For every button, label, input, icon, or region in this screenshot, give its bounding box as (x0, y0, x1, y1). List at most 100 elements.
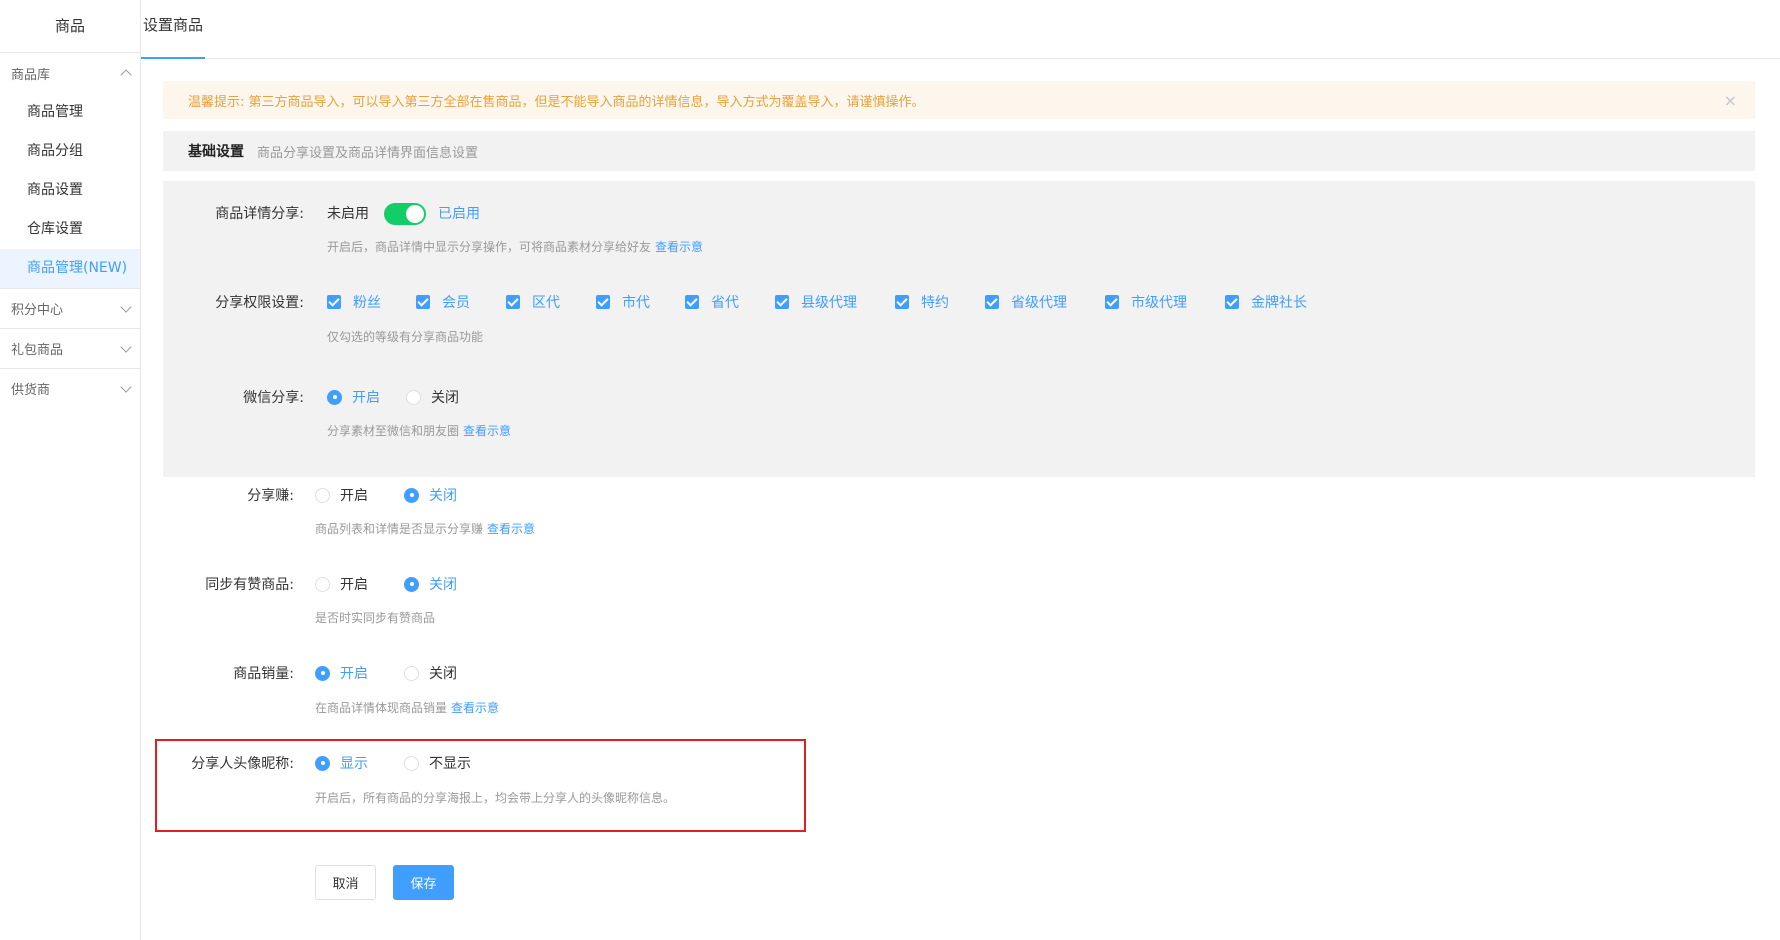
radio-unchecked-icon (315, 576, 330, 592)
sidebar-group-gift-products[interactable]: 礼包商品 (0, 328, 140, 368)
radio-unchecked-icon (404, 665, 419, 681)
checkbox-label: 粉丝 (353, 295, 381, 311)
share-permission-checkbox[interactable]: 区代 (506, 292, 560, 312)
sidebar-item-product-settings[interactable]: 商品设置 (0, 171, 140, 210)
save-button[interactable]: 保存 (393, 865, 454, 900)
sidebar-group-label: 积分中心 (11, 303, 64, 318)
radio-unchecked-icon (406, 389, 421, 405)
sidebar-group-product-library[interactable]: 商品库 (0, 53, 140, 93)
checkbox-checked-icon (1105, 295, 1119, 309)
detail-share-switch[interactable] (384, 203, 426, 225)
tip-text: 开启后，商品详情中显示分享操作，可将商品素材分享给好友 (327, 240, 652, 254)
sidebar-group-label: 礼包商品 (11, 343, 64, 358)
view-example-link[interactable]: 查看示意 (451, 701, 499, 715)
share-earn-off-radio[interactable]: 关闭 (404, 485, 457, 505)
view-example-link[interactable]: 查看示意 (463, 424, 511, 438)
detail-share-on-text: 已启用 (438, 206, 480, 222)
tip-text: 商品列表和详情是否显示分享赚 (315, 522, 484, 536)
sidebar-item-product-groups[interactable]: 商品分组 (0, 132, 140, 171)
radio-label: 开启 (340, 488, 368, 504)
sales-volume-tip: 在商品详情体现商品销量 查看示意 (315, 699, 499, 716)
checkbox-checked-icon (416, 295, 430, 309)
checkbox-label: 省代 (711, 295, 739, 311)
share-settings-panel: 商品详情分享: 未启用 已启用 开启后，商品详情中显示分享操作，可将商品素材分享… (163, 181, 1755, 477)
checkbox-label: 省级代理 (1011, 295, 1067, 311)
sidebar: 商品 商品库 商品管理 商品分组 商品设置 仓库设置 商品管理(NEW) 积分中… (0, 0, 141, 940)
close-icon[interactable]: × (1724, 91, 1737, 110)
view-example-link[interactable]: 查看示意 (655, 240, 703, 254)
radio-checked-icon (404, 576, 419, 592)
view-example-link[interactable]: 查看示意 (487, 522, 535, 536)
chevron-down-icon (120, 340, 132, 353)
checkbox-checked-icon (1225, 295, 1239, 309)
chevron-down-icon (120, 300, 132, 313)
chevron-down-icon (120, 380, 132, 393)
checkbox-label: 会员 (442, 295, 470, 311)
checkbox-checked-icon (327, 295, 341, 309)
tab-bar: 设置商品 (141, 0, 1780, 59)
share-permission-checkbox[interactable]: 省级代理 (985, 292, 1067, 312)
checkbox-checked-icon (775, 295, 789, 309)
sales-volume-on-radio[interactable]: 开启 (315, 663, 368, 683)
wechat-share-on-radio[interactable]: 开启 (327, 387, 380, 407)
share-earn-on-radio[interactable]: 开启 (315, 485, 368, 505)
share-permission-tip: 仅勾选的等级有分享商品功能 (327, 330, 484, 344)
sidebar-group-label: 商品库 (11, 67, 51, 83)
radio-checked-icon (404, 487, 419, 503)
sync-youzan-off-radio[interactable]: 关闭 (404, 574, 457, 594)
radio-label: 开启 (352, 390, 380, 406)
checkbox-checked-icon (596, 295, 610, 309)
checkbox-label: 金牌社长 (1251, 295, 1307, 311)
detail-share-tip: 开启后，商品详情中显示分享操作，可将商品素材分享给好友 查看示意 (327, 238, 703, 255)
sales-volume-label: 商品销量: (233, 666, 294, 682)
checkbox-checked-icon (895, 295, 909, 309)
radio-checked-icon (327, 389, 342, 405)
radio-label: 开启 (340, 666, 368, 682)
radio-unchecked-icon (315, 487, 330, 503)
share-permission-checkbox[interactable]: 特约 (895, 292, 949, 312)
radio-checked-icon (315, 665, 330, 681)
sync-youzan-on-radio[interactable]: 开启 (315, 574, 368, 594)
alert-text: 温馨提示: 第三方商品导入，可以导入第三方全部在售商品，但是不能导入商品的详情信… (188, 94, 925, 110)
checkbox-checked-icon (685, 295, 699, 309)
share-permission-checkbox[interactable]: 会员 (416, 292, 470, 312)
wechat-share-tip: 分享素材至微信和朋友圈 查看示意 (327, 422, 511, 439)
share-permission-label: 分享权限设置: (215, 295, 304, 311)
sidebar-group-suppliers[interactable]: 供货商 (0, 368, 140, 408)
wechat-share-off-radio[interactable]: 关闭 (406, 387, 459, 407)
sidebar-item-warehouse-settings[interactable]: 仓库设置 (0, 210, 140, 249)
section-subtitle: 商品分享设置及商品详情界面信息设置 (257, 145, 479, 161)
sidebar-group-points-center[interactable]: 积分中心 (0, 288, 140, 328)
radio-label: 关闭 (429, 666, 457, 682)
share-permission-checkbox[interactable]: 县级代理 (775, 292, 857, 312)
checkbox-label: 市代 (622, 295, 650, 311)
share-permission-checkbox[interactable]: 市代 (596, 292, 650, 312)
radio-label: 关闭 (431, 390, 459, 406)
share-permission-checkbox[interactable]: 市级代理 (1105, 292, 1187, 312)
main-content: 温馨提示: 第三方商品导入，可以导入第三方全部在售商品，但是不能导入商品的详情信… (163, 81, 1755, 900)
cancel-button[interactable]: 取消 (315, 865, 376, 900)
warning-alert: 温馨提示: 第三方商品导入，可以导入第三方全部在售商品，但是不能导入商品的详情信… (163, 81, 1755, 119)
sidebar-title: 商品 (0, 0, 140, 53)
detail-share-off-text: 未启用 (327, 206, 369, 222)
radio-label: 关闭 (429, 488, 457, 504)
share-earn-label: 分享赚: (247, 488, 294, 504)
sales-volume-off-radio[interactable]: 关闭 (404, 663, 457, 683)
sidebar-item-product-management-new[interactable]: 商品管理(NEW) (0, 249, 140, 288)
share-permission-checkbox[interactable]: 金牌社长 (1225, 292, 1307, 312)
tip-text: 分享素材至微信和朋友圈 (327, 424, 460, 438)
highlight-box (155, 739, 806, 832)
tip-text: 在商品详情体现商品销量 (315, 701, 448, 715)
sync-youzan-tip: 是否时实同步有赞商品 (315, 611, 436, 625)
checkbox-label: 特约 (921, 295, 949, 311)
section-title: 基础设置 (188, 144, 244, 160)
share-permission-checkbox[interactable]: 粉丝 (327, 292, 381, 312)
sidebar-item-product-management[interactable]: 商品管理 (0, 93, 140, 132)
checkbox-label: 市级代理 (1131, 295, 1187, 311)
share-permission-checkbox[interactable]: 省代 (685, 292, 739, 312)
radio-label: 开启 (340, 577, 368, 593)
wechat-share-label: 微信分享: (243, 390, 304, 406)
checkbox-label: 县级代理 (801, 295, 857, 311)
sidebar-group-label: 供货商 (11, 383, 51, 398)
tab-product-settings[interactable]: 设置商品 (141, 0, 206, 59)
